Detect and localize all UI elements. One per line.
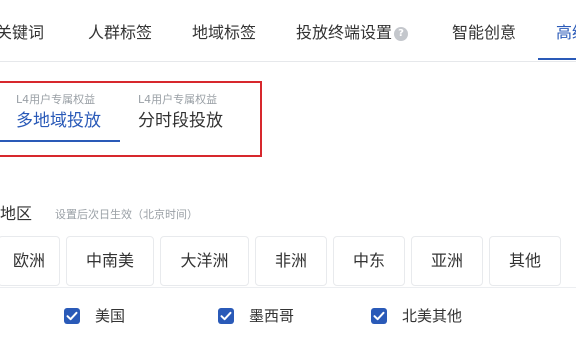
tab-smart-creative[interactable]: 智能创意 — [452, 22, 516, 44]
continent-asia[interactable]: 亚洲 — [411, 236, 483, 286]
active-tab-indicator — [538, 58, 576, 60]
active-subtab-indicator — [0, 140, 120, 142]
continent-oceania[interactable]: 大洋洲 — [160, 236, 249, 286]
checkbox-checked-icon[interactable] — [64, 308, 80, 324]
continent-middle-east[interactable]: 中东 — [333, 236, 405, 286]
country-mexico[interactable]: 墨西哥 — [218, 305, 318, 329]
tab-bar-divider — [0, 61, 576, 62]
continent-latin-america[interactable]: 中南美 — [66, 236, 154, 286]
question-icon[interactable]: ? — [394, 27, 409, 41]
tab-audience-tags[interactable]: 人群标签 — [88, 22, 152, 44]
country-north-america-other[interactable]: 北美其他 — [371, 305, 481, 329]
tab-keywords[interactable]: 关键词 — [0, 22, 44, 44]
country-usa[interactable]: 美国 — [64, 305, 144, 329]
subtab-time-schedule[interactable]: L4用户专属权益 分时段投放 — [138, 93, 223, 133]
tab-device-settings-label: 投放终端设置 — [296, 23, 393, 42]
checkbox-checked-icon[interactable] — [371, 308, 387, 324]
top-tab-bar: 关键词 人群标签 地域标签 投放终端设置? 智能创意 高级 — [0, 0, 576, 62]
country-label: 墨西哥 — [249, 307, 295, 325]
region-section-title: 选地区 — [0, 204, 33, 223]
subtab-tag: L4用户专属权益 — [16, 93, 96, 106]
checkbox-checked-icon[interactable] — [218, 308, 234, 324]
tab-advanced[interactable]: 高级 — [556, 22, 576, 44]
country-label: 北美其他 — [402, 307, 463, 325]
continent-europe[interactable]: 欧洲 — [0, 236, 60, 286]
subtab-label: 分时段投放 — [138, 111, 223, 131]
continent-other[interactable]: 其他 — [489, 236, 561, 286]
subtab-label: 多地域投放 — [16, 111, 101, 131]
subtab-tag: L4用户专属权益 — [138, 93, 218, 106]
region-hint-text: 设置后次日生效（北京时间） — [55, 208, 198, 221]
country-label: 美国 — [95, 307, 126, 325]
tab-region-tags[interactable]: 地域标签 — [192, 22, 256, 44]
tab-device-settings[interactable]: 投放终端设置? — [296, 22, 409, 44]
continent-africa[interactable]: 非洲 — [255, 236, 327, 286]
subtab-multi-region[interactable]: L4用户专属权益 多地域投放 — [16, 93, 101, 133]
region-divider — [0, 287, 576, 288]
